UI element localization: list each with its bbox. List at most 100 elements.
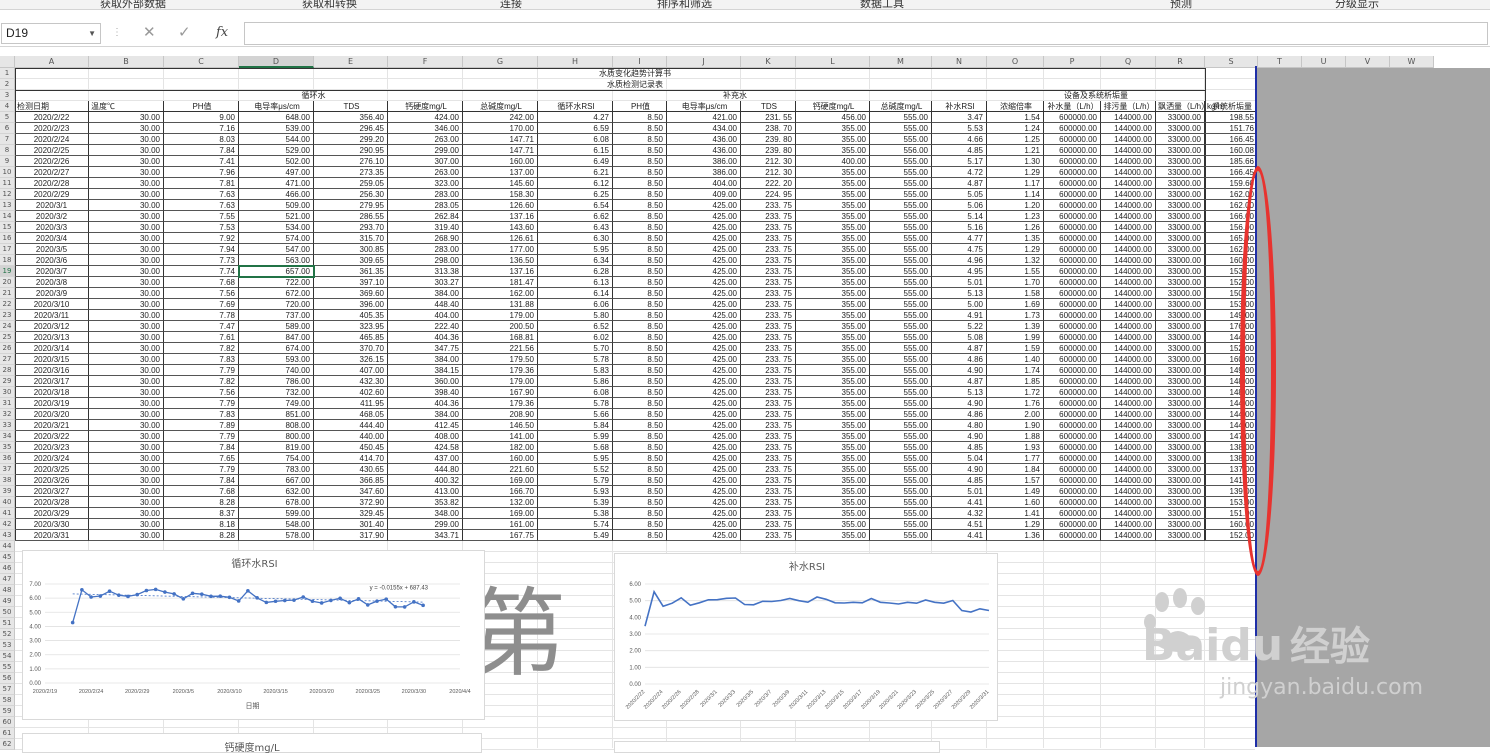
table-cell[interactable]: 144000.00 — [1101, 288, 1156, 299]
table-cell[interactable]: 239. 80 — [741, 145, 796, 156]
table-cell[interactable]: 166.45 — [1205, 167, 1258, 178]
table-cell[interactable]: 33000.00 — [1156, 409, 1205, 420]
table-cell[interactable]: 8.50 — [613, 321, 667, 332]
table-cell[interactable]: 262.84 — [388, 211, 463, 222]
table-cell[interactable]: 296.45 — [314, 123, 388, 134]
row-header[interactable]: 4 — [0, 101, 15, 112]
table-cell[interactable]: 7.92 — [164, 233, 239, 244]
table-cell[interactable]: 8.50 — [613, 475, 667, 486]
table-cell[interactable]: 783.00 — [239, 464, 314, 475]
table-cell[interactable]: 233. 75 — [741, 409, 796, 420]
table-cell[interactable]: 2020/3/29 — [15, 508, 89, 519]
table-cell[interactable]: 2020/3/3 — [15, 222, 89, 233]
table-cell[interactable]: 33000.00 — [1156, 453, 1205, 464]
table-cell[interactable]: 8.50 — [613, 112, 667, 123]
table-cell[interactable]: 144000.00 — [1101, 277, 1156, 288]
table-cell[interactable]: 166.45 — [1205, 134, 1258, 145]
table-cell[interactable]: 33000.00 — [1156, 365, 1205, 376]
table-cell[interactable]: 4.66 — [932, 134, 987, 145]
table-cell[interactable]: 233. 75 — [741, 200, 796, 211]
table-cell[interactable]: 600000.00 — [1044, 453, 1101, 464]
table-cell[interactable]: 30.00 — [89, 519, 164, 530]
table-cell[interactable]: 355.00 — [796, 189, 870, 200]
table-cell[interactable]: 30.00 — [89, 112, 164, 123]
table-cell[interactable]: 425.00 — [667, 508, 741, 519]
table-cell[interactable]: 33000.00 — [1156, 156, 1205, 167]
table-cell[interactable]: 348.00 — [388, 508, 463, 519]
table-cell[interactable]: 356.40 — [314, 112, 388, 123]
table-cell[interactable]: 7.83 — [164, 409, 239, 420]
table-cell[interactable]: 396.00 — [314, 299, 388, 310]
table-cell[interactable]: 30.00 — [89, 398, 164, 409]
table-cell[interactable]: 33000.00 — [1156, 431, 1205, 442]
table-cell[interactable]: 674.00 — [239, 343, 314, 354]
table-cell[interactable]: 233. 75 — [741, 486, 796, 497]
table-cell[interactable]: 177.00 — [463, 244, 538, 255]
table-cell[interactable]: 555.00 — [870, 343, 932, 354]
column-header-B[interactable]: B — [89, 56, 164, 68]
table-cell[interactable]: 326.15 — [314, 354, 388, 365]
table-cell[interactable]: 7.74 — [164, 266, 239, 277]
table-cell[interactable]: 8.50 — [613, 211, 667, 222]
table-cell[interactable]: 404.00 — [667, 178, 741, 189]
row-header[interactable]: 49 — [0, 596, 15, 607]
row-header[interactable]: 50 — [0, 607, 15, 618]
table-cell[interactable]: 6.43 — [538, 222, 613, 233]
table-cell[interactable]: 369.60 — [314, 288, 388, 299]
table-cell[interactable]: 30.00 — [89, 530, 164, 541]
table-cell[interactable]: 1.17 — [987, 178, 1044, 189]
table-cell[interactable]: 355.00 — [796, 530, 870, 541]
table-cell[interactable]: 5.95 — [538, 244, 613, 255]
table-cell[interactable]: 7.53 — [164, 222, 239, 233]
table-cell[interactable]: 233. 75 — [741, 288, 796, 299]
table-cell[interactable]: 4.95 — [932, 266, 987, 277]
table-cell[interactable]: 2020/3/9 — [15, 288, 89, 299]
table-cell[interactable]: 600000.00 — [1044, 266, 1101, 277]
table-cell[interactable]: 1.20 — [987, 200, 1044, 211]
table-cell[interactable]: 534.00 — [239, 222, 314, 233]
table-cell[interactable]: 143.60 — [463, 222, 538, 233]
table-cell[interactable]: 600000.00 — [1044, 134, 1101, 145]
table-cell[interactable]: 160.00 — [463, 453, 538, 464]
table-cell[interactable]: 5.04 — [932, 453, 987, 464]
table-cell[interactable]: 555.00 — [870, 387, 932, 398]
table-cell[interactable]: 7.79 — [164, 464, 239, 475]
table-cell[interactable]: 1.24 — [987, 123, 1044, 134]
table-cell[interactable]: 547.00 — [239, 244, 314, 255]
table-cell[interactable]: 4.87 — [932, 376, 987, 387]
table-cell[interactable]: 8.28 — [164, 497, 239, 508]
table-cell[interactable]: 283.05 — [388, 200, 463, 211]
table-cell[interactable]: 555.00 — [870, 332, 932, 343]
table-cell[interactable]: 555.00 — [870, 288, 932, 299]
table-cell[interactable]: 5.86 — [538, 376, 613, 387]
table-cell[interactable]: 355.00 — [796, 255, 870, 266]
table-cell[interactable]: 33000.00 — [1156, 266, 1205, 277]
table-cell[interactable]: 555.00 — [870, 519, 932, 530]
table-cell[interactable]: 555.00 — [870, 123, 932, 134]
table-cell[interactable]: 2020/2/27 — [15, 167, 89, 178]
table-cell[interactable]: 599.00 — [239, 508, 314, 519]
table-cell[interactable]: 424.58 — [388, 442, 463, 453]
table-cell[interactable]: 436.00 — [667, 145, 741, 156]
table-cell[interactable]: 30.00 — [89, 420, 164, 431]
table-cell[interactable]: 298.00 — [388, 255, 463, 266]
table-cell[interactable]: 600000.00 — [1044, 167, 1101, 178]
table-cell[interactable]: 1.60 — [987, 497, 1044, 508]
table-cell[interactable]: 30.00 — [89, 178, 164, 189]
table-cell[interactable]: 6.62 — [538, 211, 613, 222]
table-cell[interactable]: 600000.00 — [1044, 365, 1101, 376]
table-cell[interactable]: 7.79 — [164, 398, 239, 409]
table-cell[interactable]: 8.50 — [613, 519, 667, 530]
column-header-D[interactable]: D — [239, 56, 314, 68]
table-cell[interactable]: 355.00 — [796, 409, 870, 420]
table-cell[interactable]: 412.45 — [388, 420, 463, 431]
table-cell[interactable]: 4.85 — [932, 442, 987, 453]
table-cell[interactable]: 144000.00 — [1101, 508, 1156, 519]
table-cell[interactable]: 2020/3/11 — [15, 310, 89, 321]
table-cell[interactable]: 600000.00 — [1044, 321, 1101, 332]
table-cell[interactable]: 144000.00 — [1101, 354, 1156, 365]
table-cell[interactable]: 144000.00 — [1101, 420, 1156, 431]
table-cell[interactable]: 7.82 — [164, 376, 239, 387]
column-header-Q[interactable]: Q — [1101, 56, 1156, 68]
table-cell[interactable]: 355.00 — [796, 475, 870, 486]
